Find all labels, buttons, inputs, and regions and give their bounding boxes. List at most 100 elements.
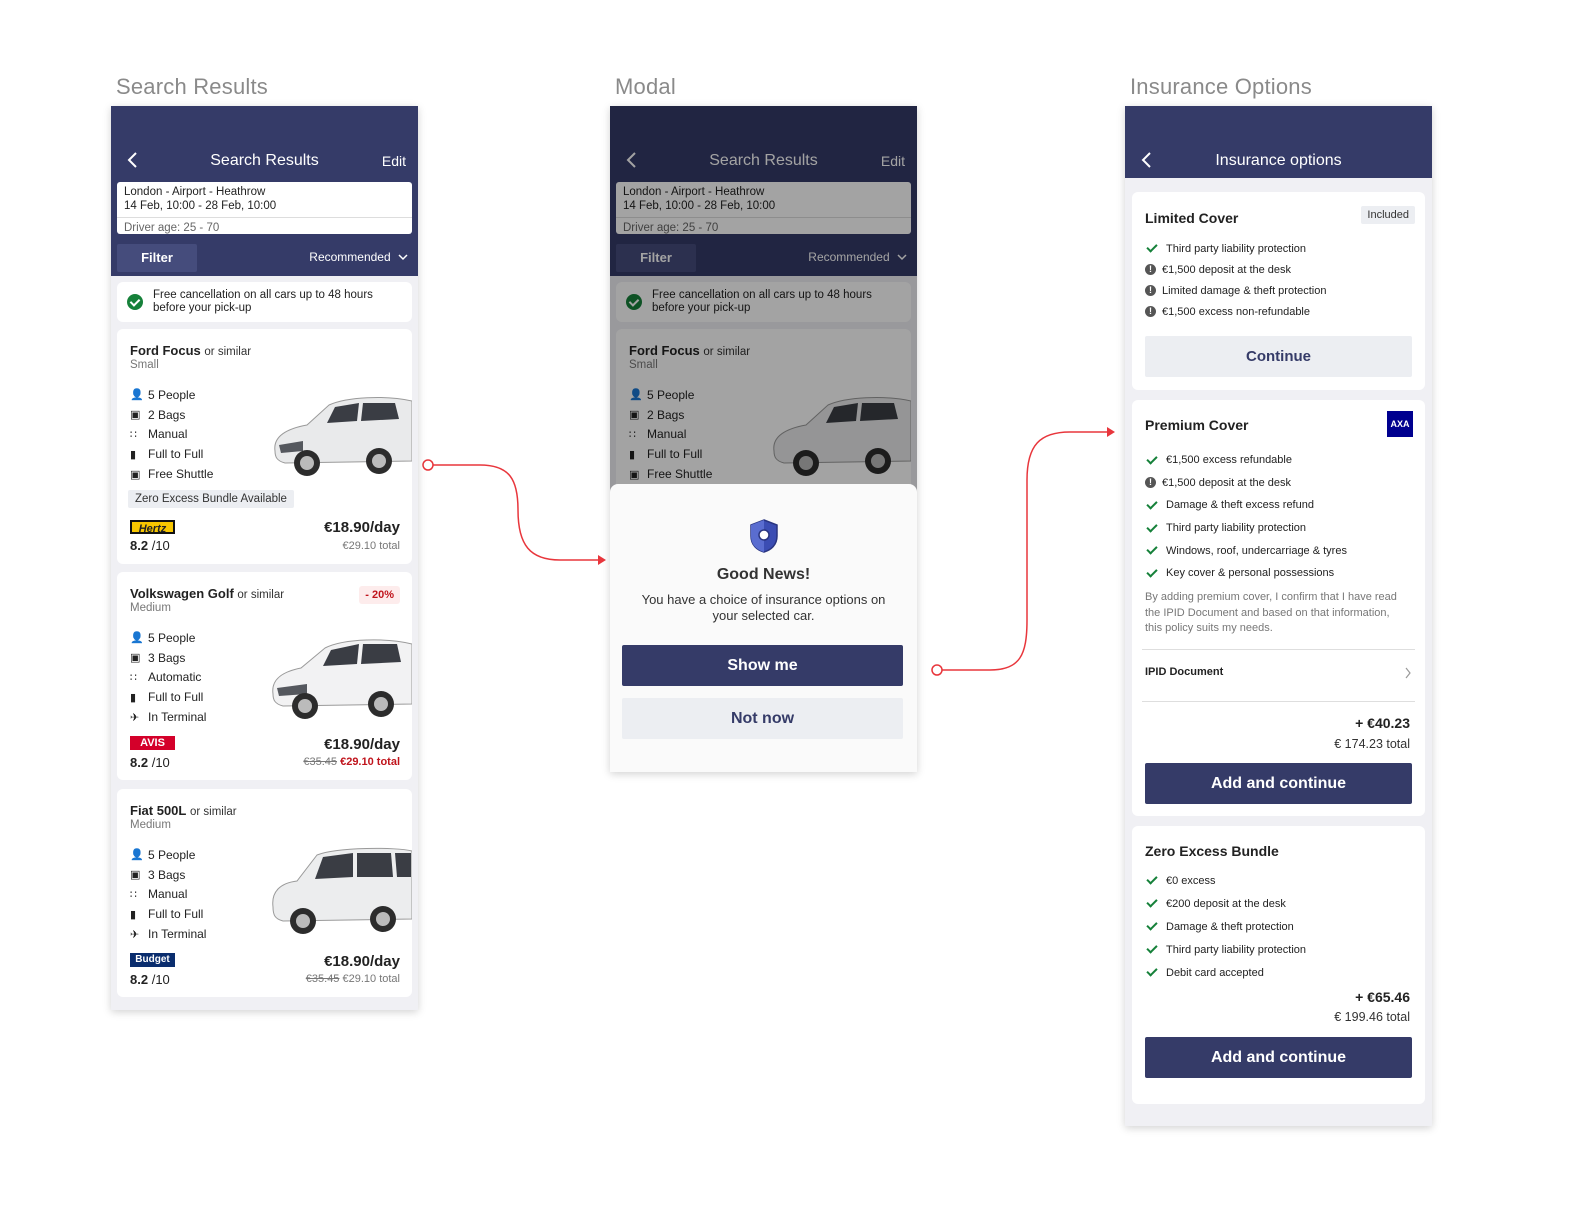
bag-icon: ▣	[130, 652, 141, 665]
card-title: Premium Cover	[1145, 417, 1249, 433]
divider	[1142, 701, 1415, 702]
premium-total: € 174.23 total	[1334, 737, 1410, 751]
check-icon	[1146, 942, 1158, 954]
add-premium-button[interactable]: Add and continue	[1145, 763, 1412, 804]
avis-logo: AVIS	[130, 736, 175, 750]
car-card-ford-focus[interactable]: Ford Focus or similar Small 👤 5 People ▣ 2…	[117, 329, 412, 564]
check-icon	[1146, 453, 1158, 465]
filter-button[interactable]: Filter	[117, 244, 197, 272]
ipid-document-link[interactable]: IPID Document	[1145, 666, 1412, 679]
person-icon: 👤	[130, 849, 144, 862]
car-class: Small	[130, 359, 159, 371]
chevron-down-icon	[398, 254, 408, 261]
insurance-modal: Good News! You have a choice of insuranc…	[610, 484, 917, 772]
continue-button[interactable]: Continue	[1145, 336, 1412, 377]
check-icon	[1146, 520, 1158, 533]
premium-price: + €40.23	[1355, 715, 1410, 731]
nav-bar: Insurance options	[1125, 106, 1432, 178]
premium-cover-card: Premium Cover AXA €1,500 excess refundab…	[1132, 400, 1425, 816]
notice-text: Free cancellation on all cars up to 48 h…	[153, 289, 373, 314]
plane-icon: ✈	[130, 711, 140, 724]
fuel-icon: ▮	[130, 691, 137, 704]
search-summary[interactable]: London - Airport - Heathrow 14 Feb, 10:0…	[117, 182, 412, 234]
section-title-modal: Modal	[615, 74, 676, 99]
page-title: Insurance options	[1215, 152, 1342, 169]
page-title: Search Results	[210, 152, 319, 169]
discount-badge: - 20%	[359, 586, 400, 604]
disclaimer-text: By adding premium cover, I confirm that …	[1145, 591, 1397, 634]
ipid-label: IPID Document	[1145, 666, 1224, 678]
gearbox-icon: ∷	[130, 428, 137, 441]
bundle-price: + €65.46	[1355, 989, 1410, 1005]
car-name: Volkswagen Golf or similar	[130, 586, 285, 601]
car-name: Fiat 500L or similar	[130, 803, 237, 818]
axa-logo: AXA	[1387, 411, 1413, 437]
person-icon: 👤	[130, 389, 144, 402]
add-bundle-button[interactable]: Add and continue	[1145, 1037, 1412, 1078]
car-class: Medium	[130, 819, 171, 831]
zero-excess-badge: Zero Excess Bundle Available	[128, 490, 294, 508]
daily-price: €18.90/day	[324, 736, 400, 753]
check-icon	[1146, 566, 1158, 578]
filter-bar: Filter Recommended	[111, 240, 418, 276]
modal-text: You have a choice of insurance options o…	[641, 592, 886, 623]
dates-text: 14 Feb, 10:00 - 28 Feb, 10:00	[124, 200, 277, 212]
not-now-button[interactable]: Not now	[622, 698, 903, 739]
warning-icon: !	[1145, 477, 1156, 489]
zero-excess-card: Zero Excess Bundle €0 excess €200 deposi…	[1132, 826, 1425, 1104]
coverage-list: €0 excess €200 deposit at the desk Damag…	[1145, 869, 1306, 984]
gearbox-icon: ∷	[130, 671, 137, 684]
car-card-fiat-500l[interactable]: Fiat 500L or similar Medium 👤 5 People ▣ 3…	[117, 789, 412, 997]
car-name: Ford Focus or similar	[130, 343, 252, 358]
sort-dropdown[interactable]: Recommended	[309, 250, 408, 264]
rating: 8.2 /10	[130, 755, 170, 770]
warning-icon: !	[1145, 264, 1156, 275]
total-price: €29.10 total	[342, 540, 401, 552]
driver-age-text: Driver age: 25 - 70	[117, 217, 412, 235]
car-class: Medium	[130, 602, 171, 614]
section-title-search: Search Results	[116, 74, 268, 99]
nav-bar: Search Results Edit London - Airport - H…	[111, 106, 418, 240]
budget-logo: Budget	[130, 953, 175, 967]
check-icon	[1146, 965, 1158, 977]
gearbox-icon: ∷	[130, 888, 137, 901]
check-icon	[1146, 896, 1158, 908]
car-card-vw-golf[interactable]: Volkswagen Golf or similar Medium - 20% …	[117, 572, 412, 780]
total-price: €35.45 €29.10 total	[305, 973, 400, 985]
section-title-insurance: Insurance Options	[1130, 74, 1312, 99]
car-image	[272, 639, 412, 719]
person-icon: 👤	[130, 632, 144, 645]
edit-button[interactable]: Edit	[382, 153, 406, 169]
sort-label: Recommended	[309, 250, 391, 264]
daily-price: €18.90/day	[324, 953, 400, 970]
bundle-total: € 199.46 total	[1334, 1010, 1410, 1024]
car-features: 👤 5 People ▣ 2 Bags ∷ Manual ▮ Full to Full …	[130, 387, 214, 482]
daily-price: €18.90/day	[324, 519, 400, 536]
check-circle-icon	[127, 294, 143, 310]
free-cancellation-notice: Free cancellation on all cars up to 48 h…	[117, 282, 412, 322]
rating: 8.2 /10	[130, 972, 170, 987]
plane-icon: ✈	[130, 928, 140, 941]
rating: 8.2 /10	[130, 538, 170, 553]
chevron-right-icon	[1405, 667, 1411, 679]
coverage-list: €1,500 excess refundable ! €1,500 deposit…	[1145, 449, 1347, 585]
divider	[1142, 649, 1415, 650]
bag-icon: ▣	[130, 869, 141, 882]
show-me-button[interactable]: Show me	[622, 645, 903, 686]
card-title: Zero Excess Bundle	[1145, 843, 1279, 859]
warning-icon: !	[1145, 306, 1156, 317]
check-icon	[1146, 919, 1158, 931]
check-icon	[1146, 873, 1158, 885]
fuel-icon: ▮	[130, 908, 137, 921]
included-badge: Included	[1361, 206, 1415, 224]
check-icon	[1146, 498, 1158, 510]
location-text: London - Airport - Heathrow	[124, 186, 266, 198]
fuel-icon: ▮	[130, 448, 137, 461]
car-image	[272, 847, 412, 934]
limited-cover-card: Limited Cover Included Third party liabi…	[1132, 192, 1425, 390]
modal-title: Good News!	[716, 566, 811, 583]
insurance-options-screen: Insurance options Limited Cover Included…	[1125, 106, 1432, 1126]
warning-icon: !	[1145, 285, 1156, 296]
card-title: Limited Cover	[1145, 210, 1239, 226]
modal-screen: Search Results Edit London - Airport - H…	[610, 106, 917, 772]
